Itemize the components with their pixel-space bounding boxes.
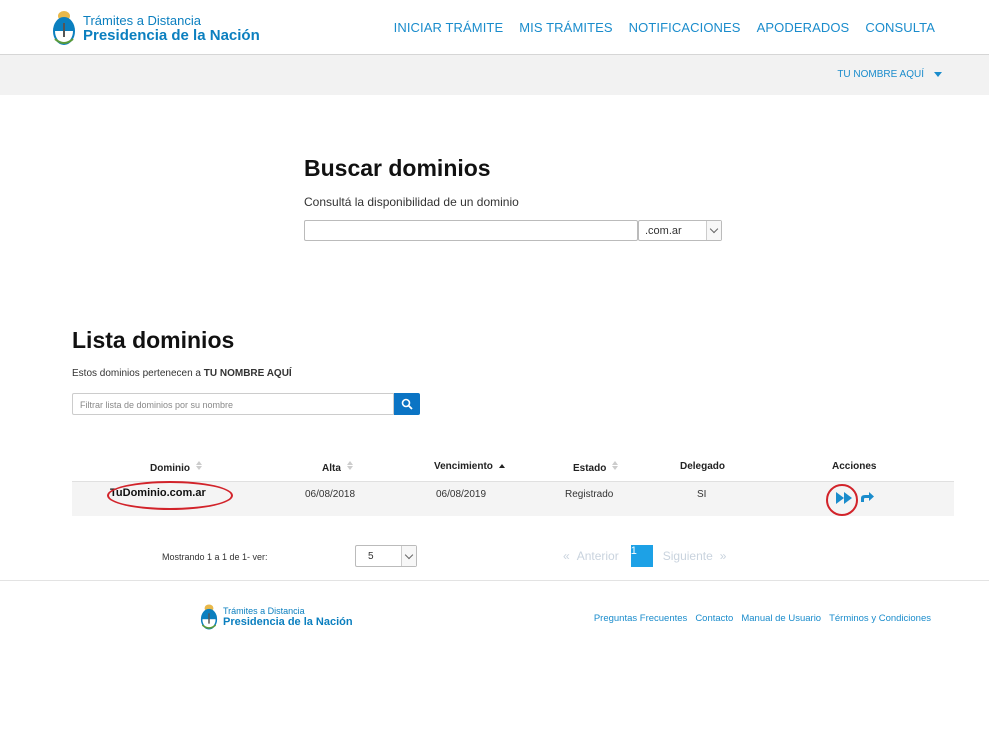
chevron-down-icon [401, 546, 416, 566]
sort-icon [346, 461, 353, 470]
owner-name: TU NOMBRE AQUÍ [203, 368, 292, 379]
footer-brand-text: Trámites a Distancia Presidencia de la N… [223, 605, 353, 628]
user-name-label: TU NOMBRE AQUÍ [837, 69, 924, 80]
col-vencimiento-label: Vencimiento [434, 461, 493, 472]
transfer-arrow-icon[interactable] [860, 490, 875, 504]
sort-ascending-icon [498, 464, 505, 468]
caret-down-icon [934, 72, 942, 77]
brand-line1: Trámites a Distancia [83, 12, 201, 28]
footer-link-faq[interactable]: Preguntas Frecuentes [594, 613, 687, 624]
footer-logo[interactable]: Trámites a Distancia Presidencia de la N… [200, 603, 353, 631]
tld-selected-value: .com.ar [645, 225, 682, 237]
coat-of-arms-icon [200, 604, 218, 630]
main-nav: INICIAR TRÁMITE MIS TRÁMITES NOTIFICACIO… [378, 20, 935, 35]
brand-logo[interactable]: Trámites a Distancia Presidencia de la N… [52, 8, 260, 48]
prev-button[interactable]: Anterior [577, 549, 619, 563]
prev-arrow[interactable]: « [563, 549, 570, 563]
col-acciones: Acciones [832, 461, 877, 472]
footer-link-terminos[interactable]: Términos y Condiciones [829, 613, 931, 624]
filter-search-button[interactable] [394, 393, 420, 415]
coat-of-arms-icon [53, 11, 75, 45]
col-dominio[interactable]: Dominio [150, 461, 202, 474]
page-size-select[interactable]: 5 [355, 545, 417, 567]
search-icon [401, 398, 413, 410]
nav-mis-tramites[interactable]: MIS TRÁMITES [519, 20, 612, 35]
row-alta: 06/08/2018 [305, 489, 356, 500]
col-alta[interactable]: Alta [322, 461, 353, 474]
owner-line: Estos dominios pertenecen a TU NOMBRE AQ… [72, 368, 292, 379]
col-estado[interactable]: Estado [573, 461, 619, 474]
pagination: « Anterior 1 Siguiente » [563, 545, 726, 567]
owner-prefix: Estos dominios pertenecen a [72, 368, 201, 379]
brand-text: Trámites a Distancia Presidencia de la N… [83, 14, 260, 43]
sort-icon [612, 461, 619, 470]
highlight-circle [826, 484, 858, 516]
filter-domains-input[interactable]: Filtrar lista de dominios por su nombre [72, 393, 394, 415]
col-estado-label: Estado [573, 463, 607, 474]
sort-icon [195, 461, 202, 470]
user-menu-toggle[interactable]: TU NOMBRE AQUÍ [837, 69, 942, 80]
user-bar: TU NOMBRE AQUÍ [0, 55, 989, 95]
tld-select[interactable]: .com.ar [638, 220, 722, 241]
col-dominio-label: Dominio [150, 463, 190, 474]
buscar-title: Buscar dominios [304, 155, 491, 181]
col-vencimiento[interactable]: Vencimiento [434, 461, 505, 472]
next-arrow[interactable]: » [720, 549, 727, 563]
showing-count: Mostrando 1 a 1 de 1- ver: [162, 552, 268, 562]
row-estado: Registrado [565, 489, 614, 500]
brand-line2: Presidencia de la Nación [83, 26, 260, 44]
next-button[interactable]: Siguiente [663, 549, 713, 563]
footer-links: Preguntas Frecuentes Contacto Manual de … [586, 613, 931, 624]
footer-divider [0, 580, 989, 581]
page-1-button[interactable]: 1 [630, 545, 653, 567]
top-header: Trámites a Distancia Presidencia de la N… [0, 0, 989, 55]
footer-link-contacto[interactable]: Contacto [695, 613, 733, 624]
footer-brand-line2: Presidencia de la Nación [223, 615, 353, 628]
col-alta-label: Alta [322, 463, 341, 474]
domain-search-input[interactable] [304, 220, 638, 241]
buscar-subtitle: Consultá la disponibilidad de un dominio [304, 195, 519, 209]
nav-iniciar-tramite[interactable]: INICIAR TRÁMITE [394, 20, 504, 35]
highlight-ellipse [107, 481, 233, 510]
nav-apoderados[interactable]: APODERADOS [757, 20, 850, 35]
lista-title: Lista dominios [72, 327, 235, 353]
footer-link-manual[interactable]: Manual de Usuario [741, 613, 821, 624]
nav-consulta[interactable]: CONSULTA [865, 20, 935, 35]
footer-brand-line1: Trámites a Distancia [223, 605, 305, 616]
row-delegado: SI [697, 489, 707, 500]
row-vencimiento: 06/08/2019 [436, 489, 487, 500]
col-delegado: Delegado [680, 461, 726, 472]
nav-notificaciones[interactable]: NOTIFICACIONES [629, 20, 741, 35]
page-size-value: 5 [368, 551, 374, 562]
chevron-down-icon [706, 221, 721, 240]
